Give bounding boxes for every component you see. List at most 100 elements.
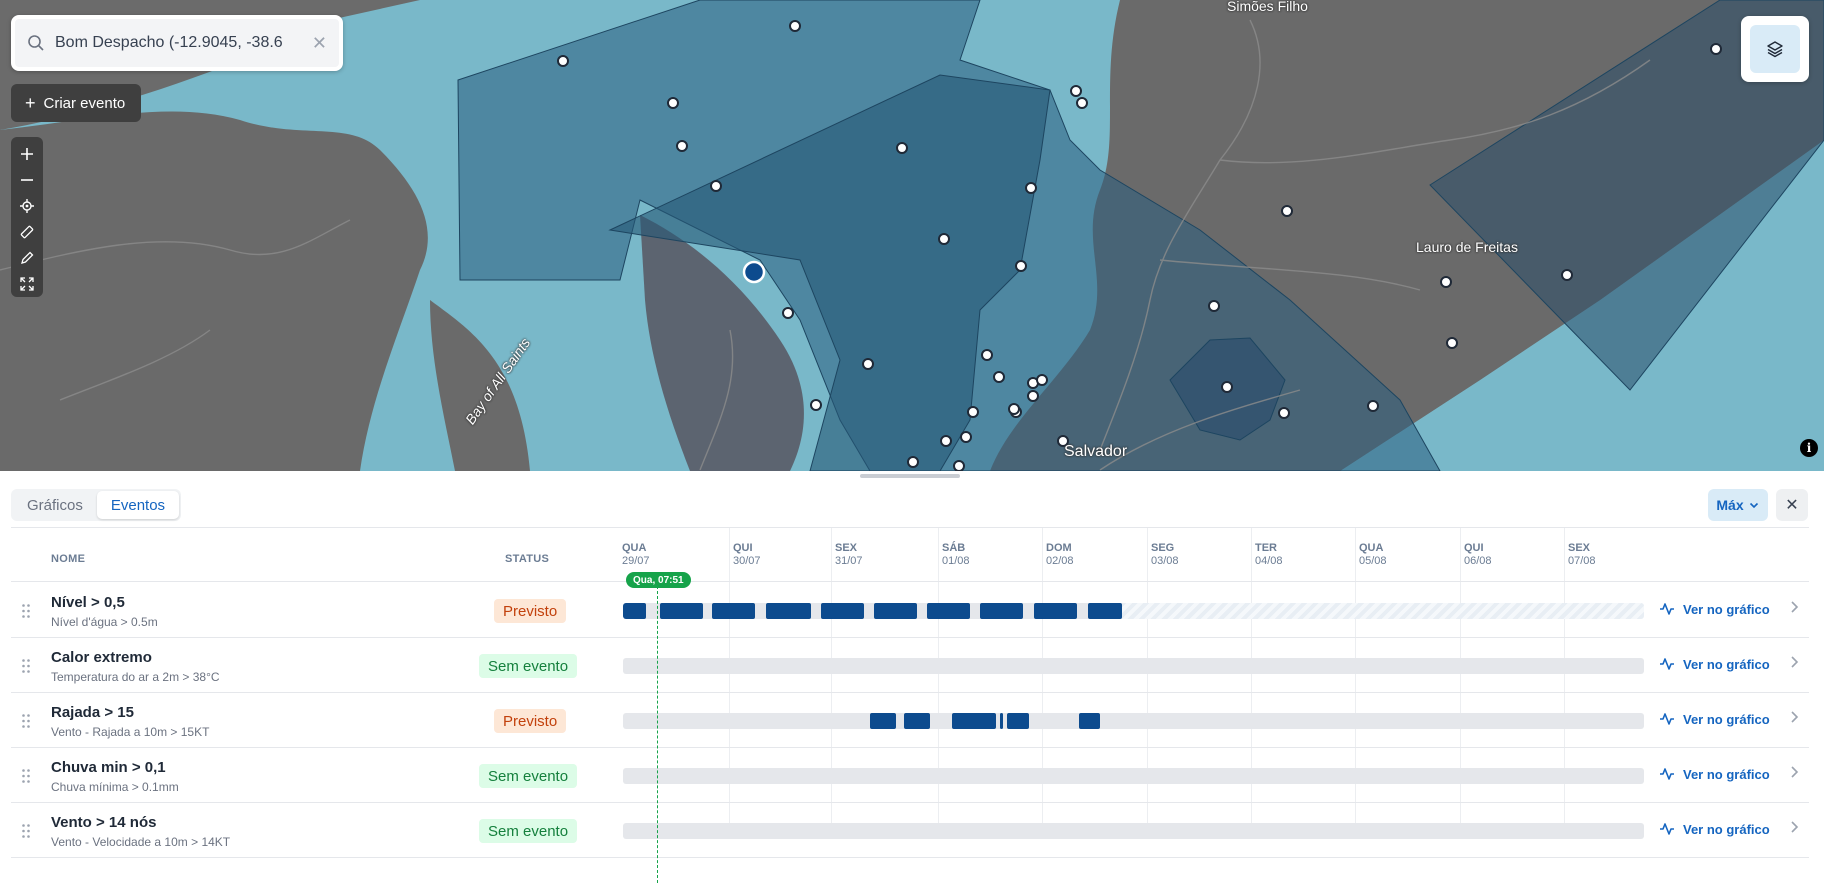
- day-header: QUA 05/08: [1359, 542, 1387, 568]
- activity-icon: [1660, 768, 1674, 780]
- layers-button[interactable]: [1741, 16, 1809, 82]
- tab-eventos[interactable]: Eventos: [96, 491, 180, 519]
- event-occurrence-bar[interactable]: [927, 603, 970, 619]
- layers-icon: [1767, 41, 1783, 58]
- view-in-chart-link[interactable]: Ver no gráfico: [1659, 711, 1770, 727]
- event-occurrence-bar[interactable]: [952, 713, 996, 729]
- day-header: DOM 02/08: [1046, 542, 1074, 568]
- chevron-right-icon[interactable]: [1789, 710, 1799, 729]
- day-header-weekday: QUA: [622, 542, 647, 554]
- chevron-right-icon[interactable]: [1789, 765, 1799, 784]
- status-badge: Sem evento: [479, 819, 578, 843]
- chevron-right-icon[interactable]: [1789, 655, 1799, 674]
- day-header-date: 29/07: [622, 555, 650, 567]
- event-name: Vento > 14 nós: [51, 814, 157, 831]
- event-occurrence-bar[interactable]: [623, 603, 646, 619]
- event-occurrence-bar[interactable]: [660, 603, 703, 619]
- event-row[interactable]: Rajada > 15 Vento - Rajada a 10m > 15KT Pr…: [11, 693, 1809, 748]
- search-icon: [28, 35, 44, 51]
- day-header-weekday: QUA: [1359, 542, 1384, 554]
- day-header-weekday: SÁB: [942, 542, 966, 554]
- view-in-chart-link[interactable]: Ver no gráfico: [1659, 656, 1770, 672]
- event-occurrence-bar[interactable]: [1000, 713, 1003, 729]
- info-icon[interactable]: i: [1800, 439, 1818, 457]
- view-in-chart-label: Ver no gráfico: [1683, 601, 1770, 617]
- drag-handle-icon[interactable]: [21, 823, 31, 839]
- create-event-button[interactable]: + Criar evento: [11, 84, 142, 122]
- close-panel-button[interactable]: ✕: [1776, 489, 1808, 521]
- current-location-marker[interactable]: [742, 260, 766, 284]
- drag-handle-icon[interactable]: [21, 603, 31, 619]
- event-occurrence-bar[interactable]: [1088, 603, 1122, 619]
- view-in-chart-link[interactable]: Ver no gráfico: [1659, 766, 1770, 782]
- fullscreen-icon[interactable]: [11, 271, 43, 297]
- tab-graficos[interactable]: Gráficos: [13, 491, 97, 519]
- plus-icon: +: [25, 92, 36, 113]
- clear-search-icon[interactable]: ✕: [312, 33, 327, 54]
- event-row[interactable]: Vento > 14 nós Vento - Velocidade a 10m >…: [11, 803, 1809, 858]
- day-header: SÁB 01/08: [942, 542, 970, 568]
- close-icon: ✕: [1785, 497, 1799, 514]
- drag-handle-icon[interactable]: [21, 658, 31, 674]
- location-search[interactable]: ✕: [11, 15, 343, 71]
- event-timeline[interactable]: [623, 823, 1644, 839]
- day-header: SEX 31/07: [835, 542, 863, 568]
- day-header-weekday: SEX: [835, 542, 858, 554]
- zoom-in-icon[interactable]: [11, 141, 43, 167]
- table-header: NOME STATUS QUA 29/07 QUI 30/07 SEX 31/07 SÁB 0…: [11, 527, 1809, 582]
- day-header-weekday: TER: [1255, 542, 1277, 554]
- event-timeline[interactable]: [623, 713, 1644, 729]
- panel-tabs: Gráficos Eventos: [11, 489, 182, 521]
- chevron-right-icon[interactable]: [1789, 600, 1799, 619]
- event-timeline[interactable]: [623, 603, 1644, 619]
- event-occurrence-bar[interactable]: [766, 603, 811, 619]
- day-header-date: 06/08: [1464, 555, 1492, 567]
- ruler-icon[interactable]: [11, 219, 43, 245]
- event-occurrence-bar[interactable]: [870, 713, 896, 729]
- event-occurrence-bar[interactable]: [980, 603, 1023, 619]
- day-header-weekday: SEG: [1151, 542, 1175, 554]
- event-occurrence-bar[interactable]: [1007, 713, 1029, 729]
- zoom-out-icon[interactable]: [11, 167, 43, 193]
- day-header-date: 31/07: [835, 555, 863, 567]
- resize-handle[interactable]: [860, 474, 960, 478]
- event-subtitle: Temperatura do ar a 2m > 38°C: [51, 670, 220, 684]
- max-label: Máx: [1716, 497, 1744, 513]
- event-occurrence-bar[interactable]: [821, 603, 864, 619]
- locate-icon[interactable]: [11, 193, 43, 219]
- current-time-badge: Qua, 07:51: [626, 572, 691, 588]
- event-occurrence-bar[interactable]: [1079, 713, 1100, 729]
- event-timeline[interactable]: [623, 768, 1644, 784]
- map-view[interactable]: Simões Filho Lauro de Freitas Salvador B…: [0, 0, 1824, 471]
- events-panel: Gráficos Eventos Máx ✕ NOME STATUS QUA 29…: [0, 471, 1824, 889]
- event-row[interactable]: Nível > 0,5 Nível d'água > 0.5m Previsto Ve…: [11, 583, 1809, 638]
- view-in-chart-link[interactable]: Ver no gráfico: [1659, 821, 1770, 837]
- event-timeline[interactable]: [623, 658, 1644, 674]
- activity-icon: [1660, 603, 1674, 615]
- event-occurrence-bar[interactable]: [904, 713, 930, 729]
- current-time-line: [657, 581, 658, 883]
- day-header-date: 02/08: [1046, 555, 1074, 567]
- status-badge: Sem evento: [479, 654, 578, 678]
- pencil-icon[interactable]: [11, 245, 43, 271]
- search-input[interactable]: [55, 34, 295, 52]
- day-header: QUA 29/07: [622, 542, 650, 568]
- drag-handle-icon[interactable]: [21, 713, 31, 729]
- event-occurrence-bar[interactable]: [874, 603, 917, 619]
- event-row[interactable]: Calor extremo Temperatura do ar a 2m > 38…: [11, 638, 1809, 693]
- day-header-date: 30/07: [733, 555, 761, 567]
- view-in-chart-label: Ver no gráfico: [1683, 711, 1770, 727]
- event-occurrence-bar[interactable]: [712, 603, 755, 619]
- view-in-chart-label: Ver no gráfico: [1683, 656, 1770, 672]
- day-header-date: 03/08: [1151, 555, 1179, 567]
- event-occurrence-bar[interactable]: [1034, 603, 1077, 619]
- event-name: Rajada > 15: [51, 704, 134, 721]
- activity-icon: [1660, 713, 1674, 725]
- event-row[interactable]: Chuva min > 0,1 Chuva mínima > 0.1mm Sem e…: [11, 748, 1809, 803]
- max-dropdown[interactable]: Máx: [1708, 489, 1768, 521]
- drag-handle-icon[interactable]: [21, 768, 31, 784]
- day-header-weekday: DOM: [1046, 542, 1072, 554]
- chevron-right-icon[interactable]: [1789, 820, 1799, 839]
- view-in-chart-link[interactable]: Ver no gráfico: [1659, 601, 1770, 617]
- column-header-status: STATUS: [505, 553, 550, 565]
